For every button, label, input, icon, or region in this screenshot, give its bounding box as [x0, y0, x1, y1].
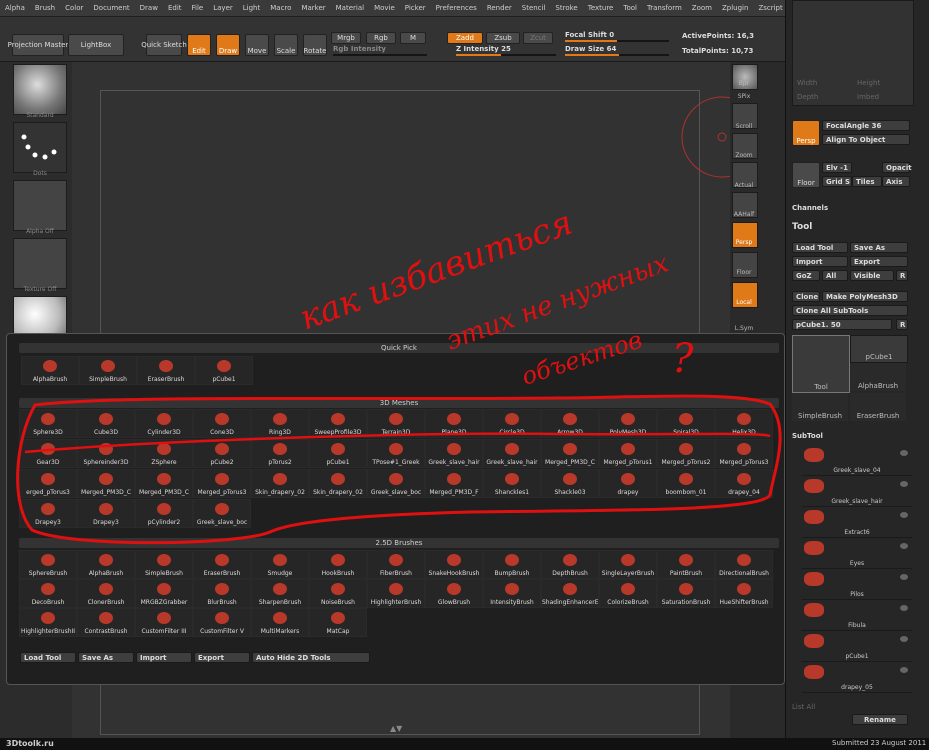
status-bar: 3Dtoolk.ru Submitted 23 August 2011 [0, 738, 929, 750]
export-button[interactable]: Export [850, 256, 908, 267]
annotation-line-3: объектов [518, 326, 645, 391]
visibility-toggle-icon[interactable] [900, 605, 908, 611]
tool-thumbnail-pcube1[interactable]: pCube1 [850, 335, 908, 363]
subtool-thumbnail-icon [804, 510, 824, 524]
make-polymesh-button[interactable]: Make PolyMesh3D [822, 291, 908, 302]
document-sliders-panel: Width Height Depth Imbed [792, 0, 914, 106]
floor-panel-button[interactable]: Floor [792, 162, 820, 188]
axis-button[interactable]: Axis [882, 176, 910, 187]
subtool-row[interactable]: pCube1 [802, 632, 912, 662]
visibility-toggle-icon[interactable] [900, 512, 908, 518]
height-label: Height [857, 79, 881, 87]
elevation-slider[interactable]: Elv -1 [822, 162, 852, 173]
load-tool-button[interactable]: Load Tool [792, 242, 848, 253]
subtool-thumbnail-icon [804, 572, 824, 586]
imbed-label: Imbed [857, 93, 880, 101]
focal-angle-slider[interactable]: FocalAngle 36 [822, 120, 910, 131]
visibility-toggle-icon[interactable] [900, 543, 908, 549]
persp-panel-button[interactable]: Persp [792, 120, 820, 146]
visibility-toggle-icon[interactable] [900, 481, 908, 487]
r-button[interactable]: R [896, 270, 908, 281]
subtool-header[interactable]: SubTool [792, 432, 823, 440]
subtool-label: drapey_05 [841, 684, 873, 691]
subtool-row[interactable]: Extract6 [802, 508, 912, 538]
subtool-label: Greek_slave_04 [833, 467, 881, 474]
subtool-thumbnail-icon [804, 603, 824, 617]
subtool-label: Fibula [848, 622, 866, 629]
goz-button[interactable]: GoZ [792, 270, 820, 281]
tool-thumbnail-label: EraserBrush [856, 412, 900, 420]
tool-thumbnail-alphabrush[interactable]: AlphaBrush [850, 363, 906, 391]
current-tool-slider[interactable]: pCube1. 50 [792, 319, 892, 330]
right-tray: Width Height Depth Imbed Persp FocalAngl… [785, 0, 929, 738]
subtool-row[interactable]: Greek_slave_hair [802, 477, 912, 507]
subtool-row[interactable]: Fibula [802, 601, 912, 631]
tool-header[interactable]: Tool [792, 222, 912, 234]
subtool-thumbnail-icon [804, 479, 824, 493]
opacity-slider[interactable]: Opacit [882, 162, 912, 173]
save-as-button[interactable]: Save As [850, 242, 908, 253]
subtool-label: Extract6 [844, 529, 870, 536]
tiles-button[interactable]: Tiles [852, 176, 882, 187]
tool-thumbnail-label: Tool [814, 383, 828, 391]
tool-thumbnail-label: AlphaBrush [857, 382, 899, 390]
subtool-list: Greek_slave_04 Greek_slave_hair Extract6 Ey… [802, 446, 912, 696]
tool-thumbnail-eraserbrush[interactable]: EraserBrush [850, 393, 906, 421]
visibility-toggle-icon[interactable] [900, 667, 908, 673]
tool-thumbnail-current[interactable]: Tool [792, 335, 850, 393]
visibility-toggle-icon[interactable] [900, 636, 908, 642]
subtool-row[interactable]: Greek_slave_04 [802, 446, 912, 476]
subtool-row[interactable]: Pilos [802, 570, 912, 600]
depth-label: Depth [797, 93, 819, 101]
subtool-thumbnail-icon [804, 665, 824, 679]
subtool-label: pCube1 [845, 653, 869, 660]
grid-size-slider[interactable]: Grid S [822, 176, 852, 187]
subtool-row[interactable]: drapey_05 [802, 663, 912, 693]
list-all-button[interactable]: List All [792, 703, 815, 711]
subtool-label: Pilos [850, 591, 864, 598]
submitted-date: Submitted 23 August 2011 [832, 739, 927, 747]
visible-button[interactable]: Visible [850, 270, 894, 281]
canvas-scroll-arrows-icon[interactable]: ▲▼ [390, 724, 410, 733]
subtool-thumbnail-icon [804, 448, 824, 462]
site-logo: 3Dtoolk.ru [6, 739, 54, 748]
subtool-row[interactable]: Eyes [802, 539, 912, 569]
width-label: Width [797, 79, 818, 87]
clone-button[interactable]: Clone [792, 291, 820, 302]
rename-button[interactable]: Rename [852, 714, 908, 725]
tool-thumbnail-label: pCube1 [865, 353, 893, 361]
import-button[interactable]: Import [792, 256, 848, 267]
annotation-question-mark: ? [672, 336, 694, 382]
subtool-label: Greek_slave_hair [831, 498, 883, 505]
visibility-toggle-icon[interactable] [900, 450, 908, 456]
subtool-label: Eyes [849, 560, 865, 567]
tool-thumbnail-simplebrush[interactable]: SimpleBrush [792, 393, 848, 421]
all-button[interactable]: All [822, 270, 848, 281]
align-to-object-button[interactable]: Align To Object [822, 134, 910, 145]
red-ink-annotation: как избавиться этих не нужных объектов ? [16, 203, 782, 545]
clone-all-subtools-button[interactable]: Clone All SubTools [792, 305, 908, 316]
tool-r-button[interactable]: R [896, 319, 908, 330]
channels-header[interactable]: Channels [792, 204, 828, 212]
subtool-thumbnail-icon [804, 541, 824, 555]
subtool-thumbnail-icon [804, 634, 824, 648]
tool-thumbnail-label: SimpleBrush [797, 412, 843, 420]
visibility-toggle-icon[interactable] [900, 574, 908, 580]
